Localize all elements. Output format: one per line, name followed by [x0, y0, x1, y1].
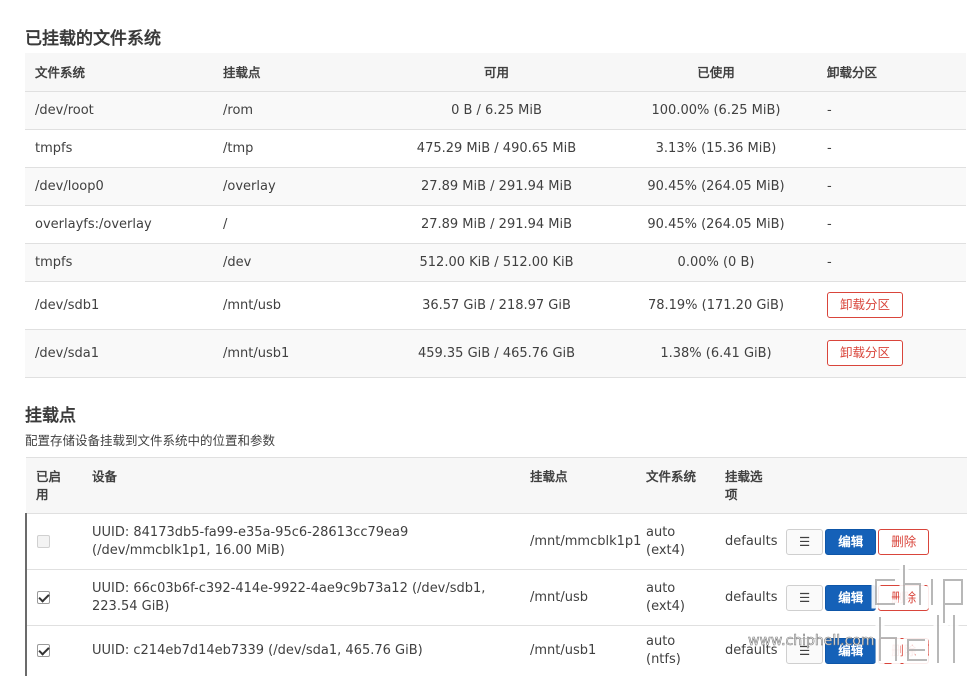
cell-actions: ☰ 编辑 删除 [786, 570, 967, 626]
cell-available: 27.89 MiB / 291.94 MiB [420, 178, 573, 194]
table-row: UUID: 66c03b6f-c392-414e-9922-4ae9c9b73a… [25, 569, 967, 626]
edit-button[interactable]: 编辑 [825, 637, 877, 664]
cell-mountpoint: /dev [223, 254, 252, 270]
cell-filesystem: /dev/sdb1 [35, 297, 100, 313]
mounted-filesystems-table: 文件系统 挂载点 可用 已使用 卸载分区 /dev/root /rom 0 B … [25, 53, 966, 378]
table-row: UUID: c214eb7d14eb7339 (/dev/sda1, 465.7… [25, 625, 967, 676]
table-row: tmpfs /dev 512.00 KiB / 512.00 KiB 0.00%… [25, 243, 966, 281]
cell-filesystem: overlayfs:/overlay [35, 216, 152, 232]
drag-menu-button[interactable]: ☰ [786, 528, 824, 555]
cell-device: UUID: c214eb7d14eb7339 (/dev/sda1, 465.7… [92, 642, 423, 658]
cell-available: 512.00 KiB / 512.00 KiB [419, 254, 574, 270]
cell-filesystem: auto (ntfs) [646, 633, 681, 667]
table-row: overlayfs:/overlay / 27.89 MiB / 291.94 … [25, 205, 966, 243]
cell-unmount: - [827, 254, 832, 270]
drag-menu-button[interactable]: ☰ [786, 584, 824, 611]
cell-available: 0 B / 6.25 MiB [451, 102, 542, 118]
unmount-button[interactable]: 卸载分区 [827, 340, 904, 366]
cell-unmount: 卸载分区 [817, 329, 966, 377]
cell-filesystem: auto (ext4) [646, 524, 685, 558]
cell-mount-options: defaults [725, 534, 778, 549]
mountpoints-title: 挂载点 [25, 406, 76, 426]
cell-available: 27.89 MiB / 291.94 MiB [420, 216, 573, 232]
delete-button[interactable]: 删除 [878, 528, 930, 555]
cell-used: 90.45% (264.05 MiB) [647, 216, 785, 232]
cell-mountpoint: /rom [223, 102, 254, 118]
cell-actions: ☰ 编辑 删除 [786, 626, 967, 676]
table-row: /dev/loop0 /overlay 27.89 MiB / 291.94 M… [25, 167, 966, 205]
col-header-mountpoint: 挂载点 [530, 469, 568, 484]
cell-unmount: - [827, 140, 832, 156]
cell-actions: ☰ 编辑 删除 [786, 514, 967, 570]
table-header-row: 已启用 设备 挂载点 文件系统 挂载选项 [26, 457, 967, 514]
enabled-checkbox[interactable] [37, 644, 50, 658]
cell-filesystem: auto (ext4) [646, 580, 685, 614]
cell-device: UUID: 84173db5-fa99-e35a-95c6-28613cc79e… [92, 524, 409, 558]
table-row: /dev/root /rom 0 B / 6.25 MiB 100.00% (6… [25, 91, 966, 129]
table-row: UUID: 84173db5-fa99-e35a-95c6-28613cc79e… [25, 513, 967, 570]
cell-filesystem: tmpfs [35, 140, 73, 156]
cell-available: 36.57 GiB / 218.97 GiB [422, 297, 571, 313]
col-header-unmount: 卸载分区 [827, 65, 878, 81]
cell-enabled [25, 513, 82, 570]
cell-used: 1.38% (6.41 GiB) [660, 345, 772, 361]
cell-mountpoint: /mnt/usb [223, 297, 282, 313]
cell-mountpoint: /mnt/mmcblk1p1 [530, 534, 642, 549]
cell-enabled [25, 569, 82, 626]
cell-unmount: - [827, 102, 832, 118]
cell-enabled [25, 625, 82, 676]
col-header-device: 设备 [92, 469, 118, 484]
cell-filesystem: tmpfs [35, 254, 73, 270]
col-header-used: 已使用 [697, 65, 735, 81]
col-header-filesystem: 文件系统 [35, 65, 86, 81]
cell-mount-options: defaults [725, 643, 778, 659]
cell-unmount: - [827, 178, 832, 194]
cell-available: 475.29 MiB / 490.65 MiB [416, 140, 577, 156]
mountpoints-description: 配置存储设备挂载到文件系统中的位置和参数 [25, 433, 276, 448]
cell-used: 78.19% (171.20 GiB) [647, 297, 785, 313]
table-row: /dev/sdb1 /mnt/usb 36.57 GiB / 218.97 Gi… [25, 281, 966, 329]
col-header-actions [786, 458, 967, 514]
cell-filesystem: /dev/loop0 [35, 178, 104, 194]
cell-mountpoint: /overlay [223, 178, 276, 194]
table-row: tmpfs /tmp 475.29 MiB / 490.65 MiB 3.13%… [25, 129, 966, 167]
cell-mountpoint: /mnt/usb1 [530, 643, 597, 659]
enabled-checkbox[interactable] [37, 535, 50, 548]
col-header-filesystem: 文件系统 [646, 469, 697, 484]
mountpoints-table: 已启用 设备 挂载点 文件系统 挂载选项 UUID: 84173db5-fa99… [25, 457, 967, 676]
cell-used: 3.13% (15.36 MiB) [655, 140, 777, 156]
cell-used: 0.00% (0 B) [677, 254, 755, 270]
cell-available: 459.35 GiB / 465.76 GiB [417, 345, 576, 361]
edit-button[interactable]: 编辑 [825, 528, 877, 555]
col-header-mountpoint: 挂载点 [223, 65, 261, 81]
delete-button[interactable]: 删除 [878, 584, 930, 611]
col-header-mount-options: 挂载选项 [725, 469, 763, 502]
cell-unmount: 卸载分区 [817, 281, 966, 329]
mounted-filesystems-title: 已挂载的文件系统 [25, 29, 161, 49]
cell-filesystem: /dev/root [35, 102, 94, 118]
unmount-button[interactable]: 卸载分区 [827, 292, 904, 318]
cell-used: 100.00% (6.25 MiB) [651, 102, 781, 118]
cell-mountpoint: /tmp [223, 140, 254, 156]
drag-menu-button[interactable]: ☰ [786, 637, 824, 664]
delete-button[interactable]: 删除 [878, 637, 930, 664]
cell-used: 90.45% (264.05 MiB) [647, 178, 785, 194]
cell-unmount: - [827, 216, 832, 232]
table-header-row: 文件系统 挂载点 可用 已使用 卸载分区 [25, 53, 966, 91]
col-header-enabled: 已启用 [36, 469, 62, 502]
col-header-available: 可用 [483, 65, 509, 81]
cell-filesystem: /dev/sda1 [35, 345, 99, 361]
cell-mountpoint: /mnt/usb [530, 590, 589, 605]
cell-mount-options: defaults [725, 590, 778, 605]
cell-device: UUID: 66c03b6f-c392-414e-9922-4ae9c9b73a… [92, 580, 486, 614]
table-row: /dev/sda1 /mnt/usb1 459.35 GiB / 465.76 … [25, 329, 966, 377]
cell-mountpoint: /mnt/usb1 [223, 345, 290, 361]
cell-mountpoint: / [223, 216, 228, 232]
edit-button[interactable]: 编辑 [825, 584, 877, 611]
enabled-checkbox[interactable] [37, 591, 50, 604]
